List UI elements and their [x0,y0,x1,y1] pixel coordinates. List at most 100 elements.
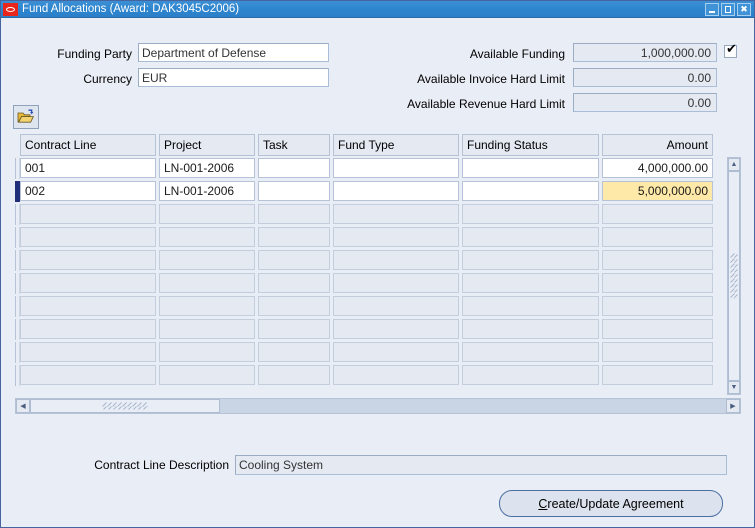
table-row[interactable] [15,203,741,226]
cell-funding-status[interactable] [462,227,599,247]
cell-contract-line[interactable] [20,319,156,339]
cell-task[interactable] [258,250,330,270]
cell-project[interactable] [159,227,255,247]
grid-horizontal-scrollbar[interactable]: ◀ ▶ [15,398,741,414]
agreement-button-label: reate/Update Agreement [547,496,684,511]
cell-fund-type[interactable] [333,250,459,270]
close-button[interactable]: ✖ [737,2,751,16]
cell-contract-line[interactable] [20,342,156,362]
cell-contract-line[interactable] [20,365,156,385]
cell-funding-status[interactable] [462,273,599,293]
cell-task[interactable] [258,319,330,339]
funding-party-field[interactable]: Department of Defense [138,43,329,62]
column-header-amount[interactable]: Amount [602,134,713,156]
table-row[interactable] [15,249,741,272]
cell-fund-type[interactable] [333,365,459,385]
cell-fund-type[interactable] [333,273,459,293]
scroll-right-button[interactable]: ▶ [726,399,740,413]
table-row[interactable] [15,226,741,249]
cell-project[interactable]: LN-001-2006 [159,181,255,201]
cell-amount[interactable] [602,204,713,224]
cell-amount[interactable] [602,342,713,362]
cell-funding-status[interactable] [462,250,599,270]
cell-amount[interactable]: 5,000,000.00 [602,181,713,201]
cell-project[interactable] [159,204,255,224]
agreement-button-mnemonic: C [538,496,548,511]
cell-amount[interactable] [602,319,713,339]
cell-fund-type[interactable] [333,181,459,201]
scroll-grip-icon [730,253,738,299]
table-row[interactable] [15,295,741,318]
column-header-project[interactable]: Project [159,134,255,156]
scroll-down-button[interactable]: ▼ [728,381,740,394]
cell-contract-line[interactable] [20,296,156,316]
column-header-fund-type[interactable]: Fund Type [333,134,459,156]
cell-task[interactable] [258,227,330,247]
cell-project[interactable] [159,250,255,270]
cell-amount[interactable] [602,250,713,270]
table-row[interactable] [15,272,741,295]
table-row[interactable] [15,318,741,341]
cell-amount[interactable]: 4,000,000.00 [602,158,713,178]
table-row[interactable]: 001 LN-001-2006 4,000,000.00 [15,157,741,180]
cell-funding-status[interactable] [462,296,599,316]
contract-line-description-field[interactable]: Cooling System [235,455,727,475]
cell-task[interactable] [258,158,330,178]
cell-funding-status[interactable] [462,204,599,224]
scroll-up-button[interactable]: ▲ [728,158,740,171]
table-row[interactable]: 002 LN-001-2006 5,000,000.00 [15,180,741,203]
cell-fund-type[interactable] [333,204,459,224]
cell-task[interactable] [258,204,330,224]
cell-funding-status[interactable] [462,158,599,178]
oracle-logo-icon [3,2,18,16]
grid-header-row: Contract Line Project Task Fund Type Fun… [15,134,741,157]
cell-contract-line[interactable] [20,250,156,270]
available-funding-label: Available Funding [469,47,565,61]
cell-task[interactable] [258,342,330,362]
cell-fund-type[interactable] [333,227,459,247]
cell-funding-status[interactable] [462,342,599,362]
vertical-scroll-thumb[interactable] [728,171,740,381]
create-update-agreement-button[interactable]: Create/Update Agreement [499,490,723,517]
cell-project[interactable] [159,342,255,362]
available-funding-checkbox[interactable]: ✔ [724,43,737,58]
column-header-contract-line[interactable]: Contract Line [20,134,156,156]
cell-fund-type[interactable] [333,342,459,362]
cell-project[interactable] [159,365,255,385]
table-row[interactable] [15,364,741,387]
currency-field[interactable]: EUR [138,68,329,87]
cell-contract-line[interactable] [20,273,156,293]
cell-amount[interactable] [602,296,713,316]
cell-task[interactable] [258,365,330,385]
table-row[interactable] [15,341,741,364]
cell-contract-line[interactable]: 002 [20,181,156,201]
cell-amount[interactable] [602,365,713,385]
scroll-left-button[interactable]: ◀ [16,399,30,413]
cell-fund-type[interactable] [333,296,459,316]
cell-amount[interactable] [602,273,713,293]
horizontal-scroll-thumb[interactable] [30,399,220,413]
open-folder-button[interactable] [13,105,39,129]
cell-fund-type[interactable] [333,158,459,178]
maximize-button[interactable] [721,2,735,16]
cell-funding-status[interactable] [462,365,599,385]
cell-project[interactable] [159,273,255,293]
cell-task[interactable] [258,296,330,316]
cell-contract-line[interactable]: 001 [20,158,156,178]
available-revenue-hard-limit-field: 0.00 [573,93,717,112]
grid-vertical-scrollbar[interactable]: ▲ ▼ [727,157,741,395]
cell-amount[interactable] [602,227,713,247]
cell-project[interactable] [159,319,255,339]
cell-funding-status[interactable] [462,181,599,201]
cell-contract-line[interactable] [20,204,156,224]
cell-project[interactable]: LN-001-2006 [159,158,255,178]
cell-funding-status[interactable] [462,319,599,339]
cell-task[interactable] [258,181,330,201]
minimize-button[interactable] [705,2,719,16]
cell-task[interactable] [258,273,330,293]
cell-fund-type[interactable] [333,319,459,339]
cell-project[interactable] [159,296,255,316]
column-header-task[interactable]: Task [258,134,330,156]
column-header-funding-status[interactable]: Funding Status [462,134,599,156]
cell-contract-line[interactable] [20,227,156,247]
